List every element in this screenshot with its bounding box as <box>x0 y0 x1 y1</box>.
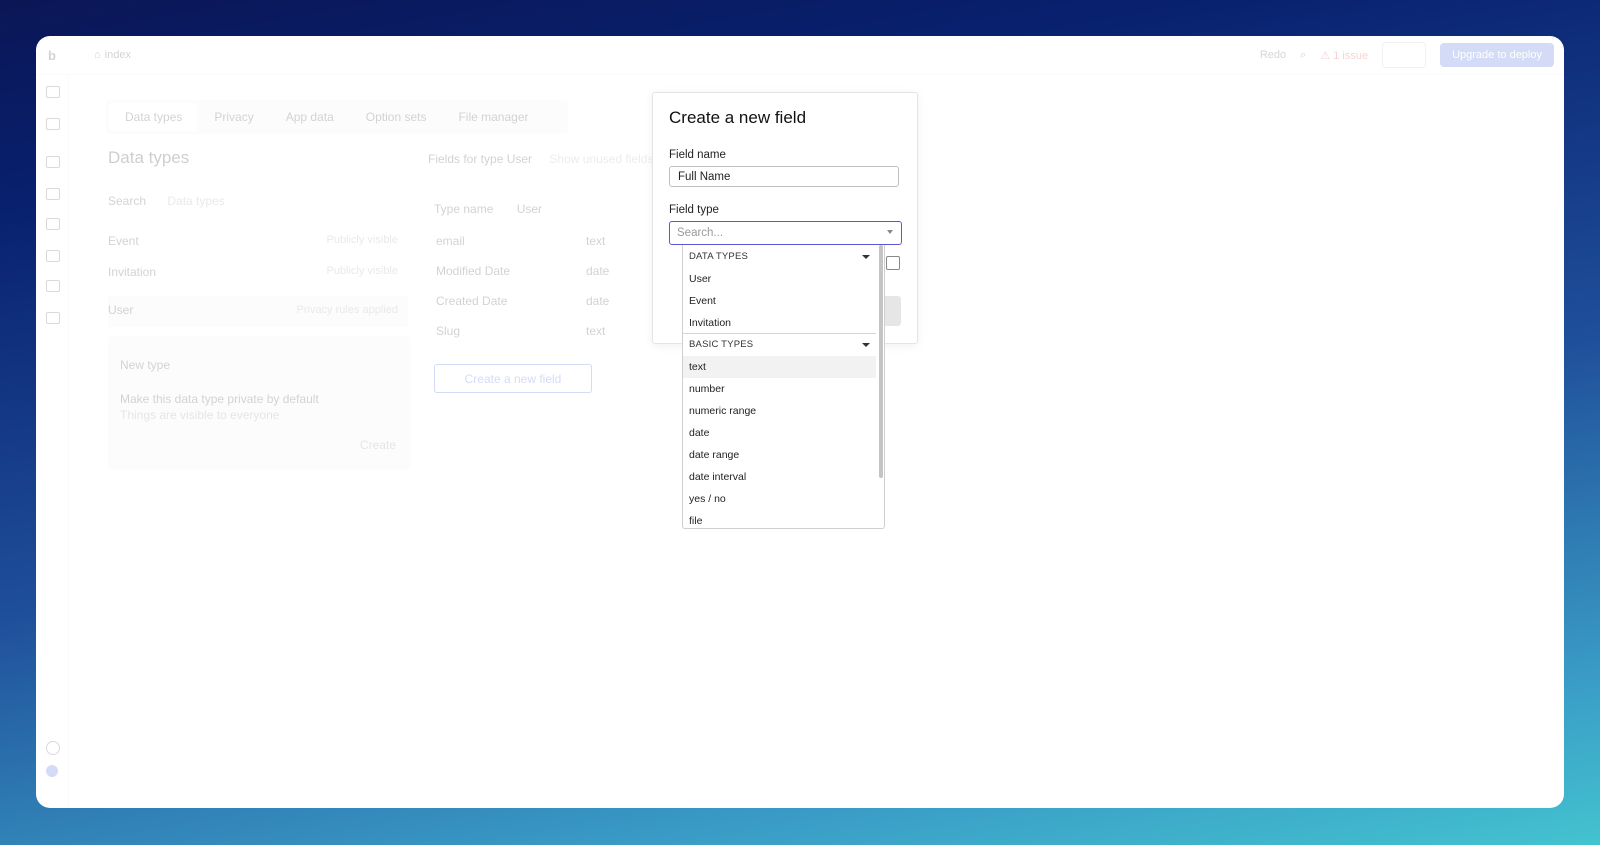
dropdown-option[interactable]: yes / no <box>683 488 876 510</box>
type-name-value[interactable]: User <box>517 202 542 216</box>
type-name: Event <box>108 234 139 248</box>
tab-data-types[interactable]: Data types <box>109 103 199 131</box>
type-name-label: Type name <box>434 202 494 216</box>
plugins-icon[interactable] <box>46 250 60 262</box>
page-name: index <box>104 49 131 61</box>
field-name: Created Date <box>436 294 508 308</box>
modal-title: Create a new field <box>669 108 807 127</box>
fields-search[interactable]: Show unused fields <box>549 152 653 166</box>
field-row[interactable]: Modified Date date <box>436 264 646 294</box>
field-type: text <box>586 324 606 338</box>
type-row-user[interactable]: User Privacy rules applied <box>108 296 408 327</box>
types-search: Search Data types <box>108 194 225 208</box>
redo-button[interactable]: Redo <box>1260 49 1286 61</box>
dropdown-option[interactable]: text <box>683 356 876 378</box>
type-row-invitation[interactable]: Invitation Publicly visible <box>108 265 408 296</box>
info-icon[interactable] <box>46 765 58 777</box>
preview-button[interactable] <box>1382 42 1427 68</box>
type-list: Event Publicly visible Invitation Public… <box>108 234 408 327</box>
field-type: text <box>586 234 606 248</box>
group-header-basic-types[interactable]: BASIC TYPES <box>683 333 876 355</box>
new-type-box: New type Make this data type private by … <box>108 336 410 470</box>
app-window: b ⌂ index Redo ⌕ ⚠ 1 issue Upgrade to de… <box>36 36 1564 808</box>
dropdown-option[interactable]: User <box>683 268 876 290</box>
group-header-label: DATA TYPES <box>689 251 749 262</box>
styles-icon[interactable] <box>46 218 60 230</box>
collapse-caret-icon <box>862 343 870 347</box>
dropdown-option[interactable]: date <box>683 422 876 444</box>
dropdown-option[interactable]: file <box>683 510 876 528</box>
field-name: Slug <box>436 324 461 338</box>
type-name: User <box>108 303 134 317</box>
tab-option-sets[interactable]: Option sets <box>350 110 443 124</box>
group-header-label: BASIC TYPES <box>689 339 754 350</box>
design-icon[interactable] <box>46 86 60 98</box>
field-row[interactable]: email text <box>436 234 646 264</box>
list-checkbox[interactable] <box>886 256 900 270</box>
logs-icon[interactable] <box>46 312 60 324</box>
group-header-data-types[interactable]: DATA TYPES <box>683 246 876 268</box>
type-row-event[interactable]: Event Publicly visible <box>108 234 408 265</box>
private-default-label: Make this data type private by default <box>120 392 319 406</box>
data-types-title: Data types <box>108 148 190 167</box>
deploy-button[interactable]: Upgrade to deploy <box>1440 43 1554 67</box>
search-icon[interactable]: ⌕ <box>1300 49 1306 62</box>
field-row[interactable]: Created Date date <box>436 294 646 324</box>
dropdown-option[interactable]: number <box>683 378 876 400</box>
dropdown-option[interactable]: date range <box>683 444 876 466</box>
search-label: Search <box>108 194 147 208</box>
types-search-input[interactable]: Data types <box>167 194 224 208</box>
field-row[interactable]: Slug text <box>436 324 646 354</box>
field-type: date <box>586 294 610 308</box>
type-meta: Publicly visible <box>326 265 398 277</box>
database-icon[interactable] <box>46 188 60 200</box>
field-type-dropdown: DATA TYPES User Event Invitation BASIC T… <box>682 245 885 529</box>
workflow-icon[interactable] <box>46 118 60 130</box>
field-name: email <box>436 234 465 248</box>
field-type-label: Field type <box>669 204 719 216</box>
chevron-down-icon <box>887 230 893 234</box>
field-name-input[interactable]: Full Name <box>669 166 899 187</box>
tab-file-manager[interactable]: File manager <box>442 110 544 124</box>
type-name: Invitation <box>108 265 157 279</box>
top-bar: b ⌂ index Redo ⌕ ⚠ 1 issue Upgrade to de… <box>36 36 1564 75</box>
fields-title: Fields for type User <box>428 152 533 166</box>
fields-header: Fields for type User Show unused fields <box>428 152 653 166</box>
dropdown-option[interactable]: date interval <box>683 466 876 488</box>
left-sidebar <box>36 74 69 808</box>
app-logo[interactable]: b <box>48 48 56 63</box>
visibility-note: Things are visible to everyone <box>120 408 280 422</box>
collapse-caret-icon <box>862 255 870 259</box>
field-name-label: Field name <box>669 149 726 161</box>
data-tabs: Data types Privacy App data Option sets … <box>106 100 568 134</box>
top-bar-actions: Redo ⌕ ⚠ 1 issue Upgrade to deploy <box>1260 42 1554 68</box>
type-meta: Publicly visible <box>326 234 398 246</box>
data-icon[interactable] <box>46 156 60 168</box>
dropdown-option[interactable]: Event <box>683 290 876 312</box>
create-new-field-button[interactable]: Create a new field <box>434 364 592 393</box>
tab-privacy[interactable]: Privacy <box>198 110 269 124</box>
type-meta: Privacy rules applied <box>296 304 399 316</box>
dropdown-option[interactable]: numeric range <box>683 400 876 422</box>
dropdown-scrollbar[interactable] <box>879 245 883 478</box>
settings-icon[interactable] <box>46 280 60 292</box>
field-type-select[interactable] <box>669 221 902 245</box>
dropdown-option[interactable]: Invitation <box>683 312 876 334</box>
home-icon: ⌂ <box>94 49 101 61</box>
create-type-button[interactable]: Create <box>360 438 396 452</box>
field-type: date <box>586 264 610 278</box>
issues-label: 1 issue <box>1333 49 1369 62</box>
help-icon[interactable] <box>46 741 60 755</box>
tab-app-data[interactable]: App data <box>270 110 350 124</box>
page-selector[interactable]: ⌂ index <box>90 45 218 65</box>
new-type-label: New type <box>120 358 171 372</box>
field-type-search-input[interactable] <box>670 222 869 244</box>
field-list: email text Modified Date date Created Date… <box>436 234 646 354</box>
issues-button[interactable]: ⚠ 1 issue <box>1320 49 1368 62</box>
field-name: Modified Date <box>436 264 511 278</box>
type-name-row: Type name User <box>434 202 542 216</box>
